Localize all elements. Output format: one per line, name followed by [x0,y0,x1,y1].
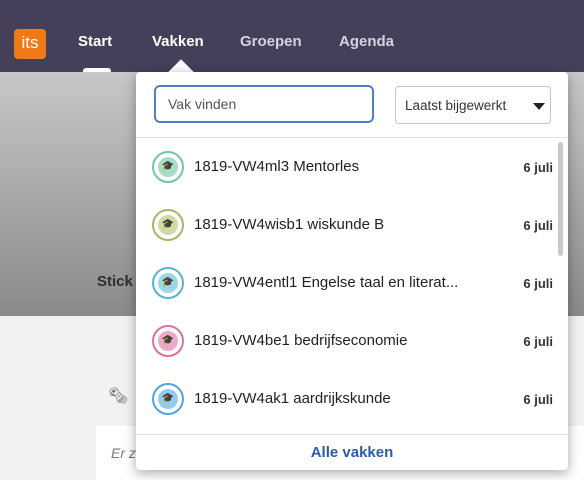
course-date: 6 juli [523,218,553,233]
course-name: 1819-VW4be1 bedrijfseconomie [194,332,408,349]
course-date: 6 juli [523,334,553,349]
graduation-cap-icon: 🎓 [152,267,184,299]
list-scrollbar[interactable] [558,142,563,256]
nav-vakken[interactable]: Vakken [152,33,204,50]
banner-title: Stick [97,273,133,290]
graduation-cap-icon: 🎓 [152,151,184,183]
course-date: 6 juli [523,160,553,175]
sort-select[interactable]: Laatst bijgewerkt [395,86,551,124]
graduation-cap-icon: 🎓 [152,325,184,357]
course-name: 1819-VW4ak1 aardrijkskunde [194,390,391,407]
top-nav-bar: its Start Vakken Groepen Agenda [0,0,584,74]
course-item[interactable]: 🎓 1819-VW4be1 bedrijfseconomie 6 juli [136,312,556,370]
graduation-cap-icon: 🎓 [152,209,184,241]
newspaper-icon: 🗞 [108,388,129,405]
course-search-input[interactable] [154,85,374,123]
course-item[interactable]: 🎓 1819-VW4ml3 Mentorles 6 juli [136,138,556,196]
course-date: 6 juli [523,392,553,407]
divider [136,434,568,435]
course-name: 1819-VW4wisb1 wiskunde B [194,216,385,233]
its-logo[interactable]: its [14,29,46,59]
course-list: 🎓 1819-VW4ml3 Mentorles 6 juli 🎓 1819-VW… [136,138,568,434]
nav-start[interactable]: Start [78,33,112,50]
course-item[interactable]: 🎓 1819-VW4entl1 Engelse taal en literat.… [136,254,556,312]
nav-groepen[interactable]: Groepen [240,33,302,50]
sort-select-value: Laatst bijgewerkt [405,98,507,113]
course-name: 1819-VW4ml3 Mentorles [194,158,360,175]
courses-dropdown: Laatst bijgewerkt 🎓 1819-VW4ml3 Mentorle… [136,72,568,470]
nav-agenda[interactable]: Agenda [339,33,394,50]
course-name: 1819-VW4entl1 Engelse taal en literat... [194,274,459,291]
course-date: 6 juli [523,276,553,291]
caret-down-icon [533,103,545,110]
message-card-text: Er z [111,445,136,461]
all-courses-link[interactable]: Alle vakken [136,444,568,461]
course-item[interactable]: 🎓 1819-VW4wisb1 wiskunde B 6 juli [136,196,556,254]
course-item[interactable]: 🎓 1819-VW4ak1 aardrijkskunde 6 juli [136,370,556,428]
graduation-cap-icon: 🎓 [152,383,184,415]
